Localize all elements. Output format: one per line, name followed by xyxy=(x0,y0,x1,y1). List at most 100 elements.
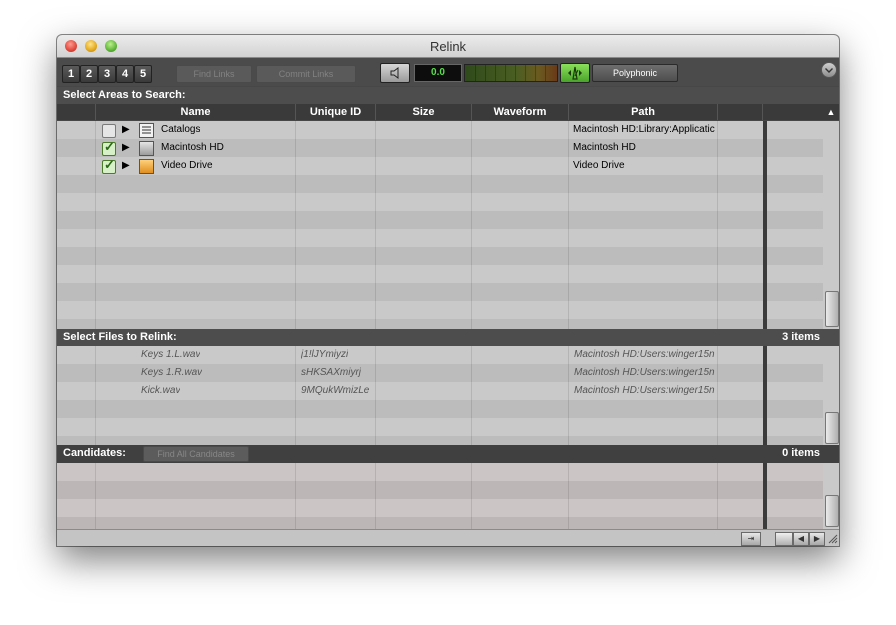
column-divider xyxy=(295,463,296,529)
empty-row xyxy=(57,400,763,418)
disclosure-triangle-icon[interactable]: ▶ xyxy=(122,139,130,157)
metronome-toggle[interactable] xyxy=(560,63,590,83)
relink-file-name: Keys 1.L.wav xyxy=(141,349,201,360)
relink-file-id: sHKSAXmiyrj xyxy=(301,367,362,378)
commit-links-button[interactable]: Commit Links xyxy=(256,65,356,83)
candidates-label: Candidates: xyxy=(63,447,126,459)
side-row xyxy=(763,247,823,265)
search-row-name: Video Drive xyxy=(161,160,213,171)
search-areas-label: Select Areas to Search: xyxy=(63,89,186,101)
candidates-scroll-thumb[interactable] xyxy=(825,495,839,527)
search-scroll-thumb[interactable] xyxy=(825,291,839,327)
external-drive-icon xyxy=(139,159,154,174)
side-row xyxy=(763,319,823,329)
column-divider xyxy=(375,346,376,445)
column-waveform[interactable]: Waveform xyxy=(472,104,569,120)
relink-window: Relink 1 2 3 4 5 Find Links Commit Links… xyxy=(57,35,839,546)
side-row xyxy=(763,301,823,319)
video-drive-checkbox[interactable] xyxy=(102,157,116,174)
column-divider xyxy=(295,346,296,445)
column-divider xyxy=(471,121,472,329)
side-row xyxy=(763,400,823,418)
window-config-4-button[interactable]: 4 xyxy=(116,65,134,83)
empty-row xyxy=(57,418,763,436)
relink-file-name: Kick.wav xyxy=(141,385,181,396)
column-divider xyxy=(568,346,569,445)
window-config-3-button[interactable]: 3 xyxy=(98,65,116,83)
candidates-side-panel xyxy=(763,463,823,529)
audition-volume-display[interactable]: 0.0 xyxy=(414,64,462,82)
disclosure-triangle-icon[interactable]: ▶ xyxy=(122,157,130,175)
candidates-header: Candidates: Find All Candidates 0 items xyxy=(57,445,839,463)
empty-row xyxy=(57,193,763,211)
panel-divider[interactable] xyxy=(763,346,767,445)
search-row-name: Catalogs xyxy=(161,124,201,135)
chevron-down-icon xyxy=(825,68,833,73)
search-areas-table: ▶ Catalogs Macintosh HD:Library:Applicat… xyxy=(57,121,763,329)
side-row xyxy=(763,517,823,529)
empty-row xyxy=(57,301,763,319)
column-path[interactable]: Path xyxy=(569,104,718,120)
relink-row[interactable]: Keys 1.R.wav sHKSAXmiyrj Macintosh HD:Us… xyxy=(57,364,763,382)
column-header-spacer xyxy=(57,104,96,120)
column-divider xyxy=(717,121,718,329)
search-row-macintosh-hd[interactable]: ▶ Macintosh HD Macintosh HD xyxy=(57,139,763,157)
side-row xyxy=(763,265,823,283)
resize-grip-icon[interactable] xyxy=(827,533,838,544)
relink-file-name: Keys 1.R.wav xyxy=(141,367,203,378)
panel-divider[interactable] xyxy=(763,463,767,529)
search-row-path: Macintosh HD:Library:Applicatic xyxy=(573,124,715,135)
panel-divider[interactable] xyxy=(763,121,767,329)
relink-row[interactable]: Keys 1.L.wav j1!lJYmiyzi Macintosh HD:Us… xyxy=(57,346,763,364)
find-all-candidates-button[interactable]: Find All Candidates xyxy=(143,446,249,462)
column-size[interactable]: Size xyxy=(376,104,472,120)
candidates-scrollbar[interactable] xyxy=(823,463,839,529)
side-row xyxy=(763,436,823,445)
scroll-left-icon[interactable]: ◀ xyxy=(793,532,809,546)
search-row-video-drive[interactable]: ▶ Video Drive Video Drive xyxy=(57,157,763,175)
column-divider xyxy=(375,463,376,529)
column-divider xyxy=(95,346,96,445)
side-row xyxy=(763,229,823,247)
disclosure-triangle-icon[interactable]: ▶ xyxy=(122,121,130,139)
empty-row xyxy=(57,175,763,193)
catalogs-checkbox[interactable] xyxy=(102,124,116,138)
title-bar: Relink xyxy=(57,35,839,58)
empty-row xyxy=(57,499,763,517)
relink-file-path: Macintosh HD:Users:winger15n xyxy=(574,385,715,396)
side-row xyxy=(763,121,823,139)
window-menu-button[interactable] xyxy=(821,62,837,78)
macintosh-hd-checkbox[interactable] xyxy=(102,139,116,156)
horizontal-scroll-thumb[interactable] xyxy=(775,532,793,546)
window-config-5-button[interactable]: 5 xyxy=(134,65,152,83)
side-row xyxy=(763,157,823,175)
relink-scroll-thumb[interactable] xyxy=(825,412,839,444)
side-row xyxy=(763,481,823,499)
search-row-catalogs[interactable]: ▶ Catalogs Macintosh HD:Library:Applicat… xyxy=(57,121,763,139)
relink-files-header: Select Files to Relink: 3 items xyxy=(57,329,839,346)
empty-row xyxy=(57,283,763,301)
scroll-right-icon[interactable]: ▶ xyxy=(809,532,825,546)
audition-speaker-button[interactable] xyxy=(380,63,410,83)
column-name[interactable]: Name xyxy=(96,104,296,120)
expand-icon[interactable]: ⇥ xyxy=(741,532,761,546)
column-divider xyxy=(95,463,96,529)
audition-mode-selector[interactable]: Polyphonic xyxy=(592,64,678,82)
side-row xyxy=(763,463,823,481)
empty-row xyxy=(57,436,763,445)
find-links-button[interactable]: Find Links xyxy=(176,65,252,83)
column-divider xyxy=(295,121,296,329)
relink-file-path: Macintosh HD:Users:winger15n xyxy=(574,367,715,378)
level-meter xyxy=(464,64,558,82)
search-row-path: Video Drive xyxy=(573,160,625,171)
window-config-1-button[interactable]: 1 xyxy=(62,65,80,83)
relink-row[interactable]: Kick.wav 9MQukWmizLe Macintosh HD:Users:… xyxy=(57,382,763,400)
window-config-2-button[interactable]: 2 xyxy=(80,65,98,83)
column-scroll-up-icon[interactable]: ▲ xyxy=(823,104,839,120)
bottom-bar: ⇥ ◀ ▶ xyxy=(57,529,839,546)
column-divider xyxy=(568,121,569,329)
column-unique-id[interactable]: Unique ID xyxy=(296,104,376,120)
relink-scrollbar[interactable] xyxy=(823,346,839,445)
search-scrollbar[interactable] xyxy=(823,121,839,329)
side-row xyxy=(763,499,823,517)
